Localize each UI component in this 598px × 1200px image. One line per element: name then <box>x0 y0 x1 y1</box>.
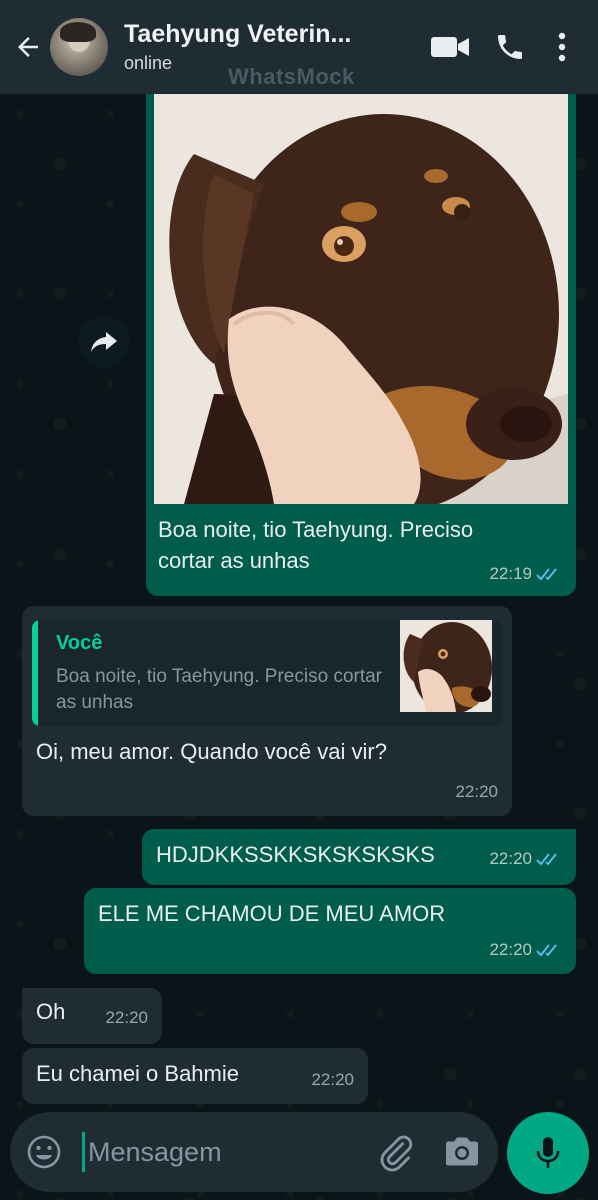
more-options-button[interactable] <box>540 17 584 77</box>
message-outgoing[interactable]: ELE ME CHAMOU DE MEU AMOR 22:20 <box>84 888 576 974</box>
message-time: 22:20 <box>489 849 532 868</box>
quoted-thumbnail <box>400 620 492 712</box>
read-ticks-icon <box>536 568 557 581</box>
message-time: 22:20 <box>489 940 532 959</box>
message-text: Oi, meu amor. Quando você vai vir? <box>36 739 387 764</box>
message-reply-incoming[interactable]: Você Boa noite, tio Taehyung. Preciso co… <box>22 606 512 816</box>
quoted-message[interactable]: Você Boa noite, tio Taehyung. Preciso co… <box>32 620 502 726</box>
voice-call-button[interactable] <box>480 17 540 77</box>
message-incoming[interactable]: Eu chamei o Bahmie 22:20 <box>22 1048 368 1104</box>
contact-name: Taehyung Veterin... <box>124 20 352 48</box>
message-input[interactable] <box>88 1130 368 1174</box>
quoted-author: Você <box>56 632 103 654</box>
quote-bar <box>32 620 38 726</box>
message-time: 22:19 <box>489 564 532 583</box>
forward-icon <box>91 332 117 352</box>
message-meta: 22:20 <box>105 1008 148 1028</box>
message-meta: 22:20 <box>489 940 562 960</box>
voice-record-button[interactable] <box>507 1112 589 1194</box>
camera-icon <box>446 1137 478 1166</box>
attach-button[interactable] <box>376 1132 416 1172</box>
message-meta: 22:19 <box>489 564 562 584</box>
emoji-icon <box>27 1135 61 1169</box>
message-caption: Boa noite, tio Taehyung. Preciso cortar … <box>158 517 474 573</box>
message-text: HDJDKKSSKKSKSKSKSKS <box>156 842 435 867</box>
read-ticks-icon <box>536 853 557 866</box>
message-text: Oh <box>36 999 66 1024</box>
message-incoming[interactable]: Oh 22:20 <box>22 988 162 1044</box>
message-outgoing[interactable]: HDJDKKSSKKSKSKSKSKS 22:20 <box>142 829 576 885</box>
watermark: WhatsMock <box>228 64 355 89</box>
message-text: Eu chamei o Bahmie <box>36 1061 239 1086</box>
message-meta: 22:20 <box>311 1070 354 1090</box>
back-button[interactable] <box>8 17 48 77</box>
phone-icon <box>498 35 522 59</box>
chat-messages[interactable]: Boa noite, tio Taehyung. Preciso cortar … <box>0 94 598 1200</box>
video-call-button[interactable] <box>420 17 480 77</box>
arrow-left-icon <box>18 37 38 57</box>
message-time: 22:20 <box>455 782 498 801</box>
camera-button[interactable] <box>442 1132 482 1172</box>
chat-header: Taehyung Veterin... online WhatsMock <box>0 0 598 94</box>
message-image-outgoing[interactable]: Boa noite, tio Taehyung. Preciso cortar … <box>146 94 576 596</box>
contact-avatar[interactable] <box>50 18 108 76</box>
header-actions <box>420 17 584 77</box>
video-camera-icon <box>431 37 469 57</box>
message-composer <box>10 1112 498 1192</box>
message-time: 22:20 <box>105 1008 148 1027</box>
more-vertical-icon <box>558 32 566 62</box>
message-text: ELE ME CHAMOU DE MEU AMOR <box>98 901 446 926</box>
microphone-icon <box>536 1137 560 1168</box>
message-meta: 22:20 <box>489 849 562 869</box>
text-caret <box>82 1132 85 1172</box>
read-ticks-icon <box>536 944 557 957</box>
forward-button[interactable] <box>78 316 130 368</box>
message-time: 22:20 <box>311 1070 354 1089</box>
emoji-button[interactable] <box>26 1134 62 1170</box>
paperclip-icon <box>380 1135 413 1172</box>
quoted-text: Boa noite, tio Taehyung. Preciso cortar … <box>56 666 383 713</box>
dog-photo[interactable] <box>154 94 568 504</box>
message-meta: 22:20 <box>455 782 498 802</box>
